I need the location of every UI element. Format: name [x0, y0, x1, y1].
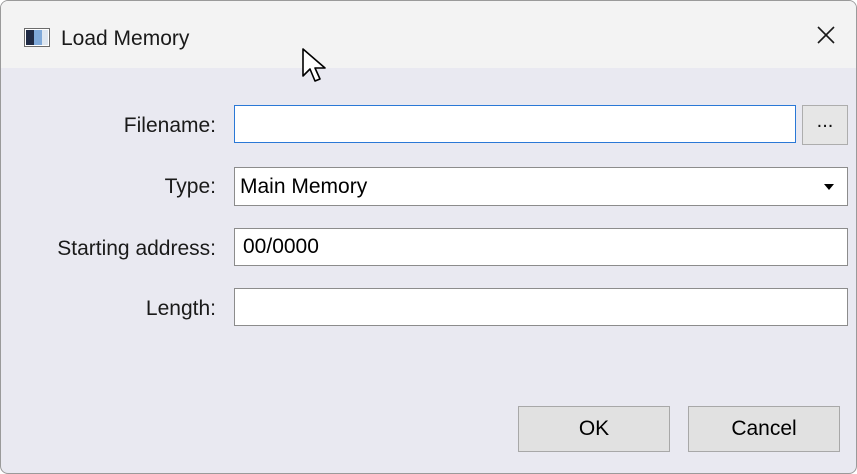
browse-button[interactable]: ... — [802, 105, 848, 145]
starting-address-input[interactable] — [234, 228, 848, 266]
type-dropdown[interactable]: Main Memory — [234, 167, 848, 206]
filename-input[interactable] — [234, 105, 796, 143]
dropdown-arrow-icon — [824, 184, 834, 190]
dialog-title: Load Memory — [61, 27, 190, 50]
title-bar[interactable]: Load Memory — [1, 1, 856, 68]
app-window-icon — [24, 28, 50, 47]
ok-button[interactable]: OK — [518, 406, 670, 452]
length-input[interactable] — [234, 288, 848, 326]
close-icon — [817, 25, 835, 44]
close-button[interactable] — [796, 1, 856, 68]
filename-label: Filename: — [123, 114, 216, 137]
mouse-pointer-icon — [302, 48, 326, 82]
load-memory-dialog: Load Memory Filename: ... Type: Main Mem… — [0, 0, 857, 474]
starting-address-label: Starting address: — [57, 237, 216, 260]
cancel-button[interactable]: Cancel — [688, 406, 840, 452]
type-selected-value: Main Memory — [240, 175, 368, 198]
type-label: Type: — [164, 175, 216, 198]
length-label: Length: — [145, 297, 216, 320]
